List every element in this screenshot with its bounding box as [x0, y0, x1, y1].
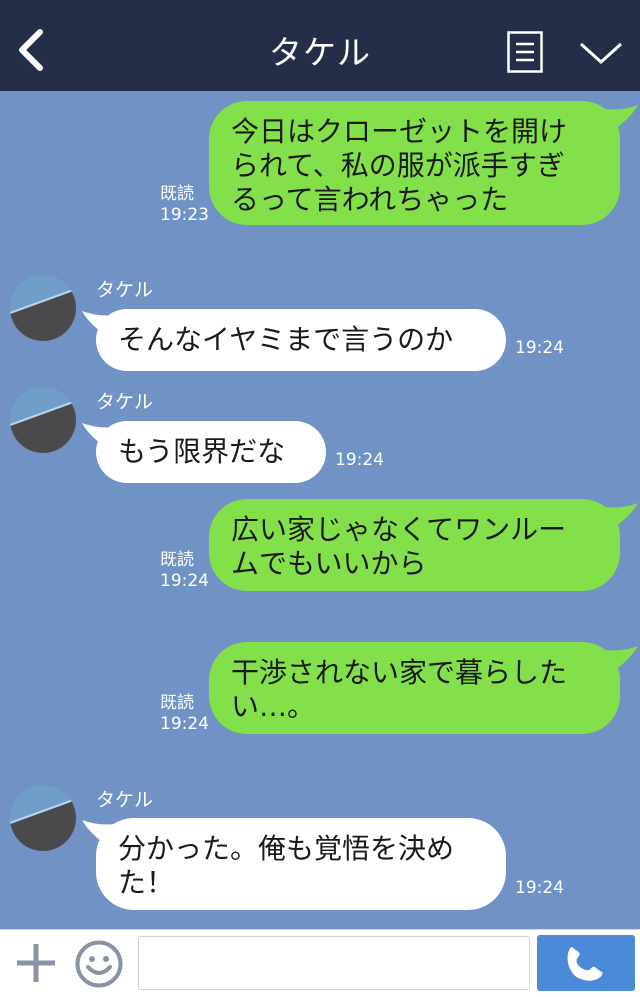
incoming-message-bubble[interactable]: もう限界だな	[96, 421, 326, 483]
call-button[interactable]	[537, 935, 635, 991]
message-time: 19:24	[160, 714, 209, 734]
message-line: 広い家じゃなくてワンルー	[231, 513, 567, 546]
read-receipt: 既読	[160, 550, 194, 570]
read-receipt: 既読	[160, 184, 194, 204]
bubble-tail	[604, 646, 638, 672]
message-line: た！	[118, 866, 175, 899]
message-meta: 既読 19:24	[160, 693, 209, 735]
message-composer	[0, 929, 640, 997]
avatar[interactable]	[10, 275, 76, 341]
message-line: ムでもいいから	[231, 547, 427, 580]
read-receipt: 既読	[160, 693, 194, 713]
incoming-message-bubble[interactable]: 分かった。俺も覚悟を決め た！	[96, 818, 506, 910]
sender-name: タケル	[96, 279, 154, 301]
incoming-message-bubble[interactable]: そんなイヤミまで言うのか	[96, 309, 506, 371]
sender-name: タケル	[96, 789, 154, 811]
message-time: 19:24	[335, 450, 384, 470]
message-time: 19:24	[515, 878, 564, 898]
bubble-tail	[604, 503, 638, 529]
message-time: 19:23	[160, 205, 209, 225]
sender-name: タケル	[96, 391, 154, 413]
message-time: 19:24	[160, 571, 209, 591]
bubble-tail	[82, 820, 116, 846]
outgoing-message-bubble[interactable]: 今日はクローゼットを開け られて、私の服が派手すぎ るって言われちゃった	[209, 101, 620, 225]
avatar[interactable]	[10, 387, 76, 453]
message-input[interactable]	[138, 936, 530, 990]
outgoing-message-bubble[interactable]: 広い家じゃなくてワンルー ムでもいいから	[209, 499, 620, 591]
phone-icon	[567, 946, 603, 981]
chevron-down-icon[interactable]	[578, 38, 624, 68]
bubble-tail	[82, 311, 116, 337]
message-line: そんなイヤミまで言うのか	[118, 323, 454, 356]
emoji-icon[interactable]	[74, 939, 124, 989]
message-time: 19:24	[515, 338, 564, 358]
message-line: もう限界だな	[118, 435, 286, 468]
avatar[interactable]	[10, 785, 76, 851]
menu-list-icon[interactable]	[507, 31, 543, 73]
message-line: 干渉されない家で暮らした	[231, 656, 568, 689]
message-line: られて、私の服が派手すぎ	[231, 149, 565, 182]
message-line: 分かった。俺も覚悟を決め	[118, 832, 455, 865]
message-line: るって言われちゃった	[231, 183, 509, 216]
message-meta: 既読 19:24	[160, 550, 209, 592]
chat-title: タケル	[269, 33, 371, 72]
message-line: い…。	[231, 690, 316, 723]
bubble-tail	[604, 105, 638, 131]
message-line: 今日はクローゼットを開け	[231, 115, 568, 148]
bubble-tail	[82, 423, 116, 449]
outgoing-message-bubble[interactable]: 干渉されない家で暮らした い…。	[209, 642, 620, 734]
message-meta: 既読 19:23	[160, 184, 209, 226]
chat-header: タケル	[0, 0, 640, 91]
message-list: 今日はクローゼットを開け られて、私の服が派手すぎ るって言われちゃった 既読 …	[0, 91, 640, 929]
plus-icon[interactable]	[14, 941, 58, 985]
